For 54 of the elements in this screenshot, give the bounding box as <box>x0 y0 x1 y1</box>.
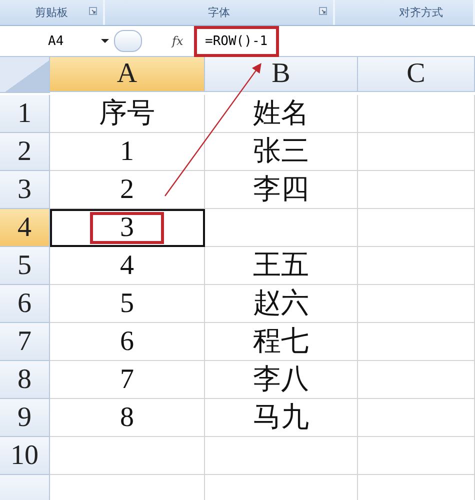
cell-text: 程七 <box>252 326 310 358</box>
cell-text: 2 <box>119 174 135 206</box>
empty-cell[interactable] <box>358 399 475 437</box>
cell-text: 1 <box>119 136 135 168</box>
row-header[interactable]: 1 <box>0 95 50 133</box>
cell-text: 7 <box>119 364 135 396</box>
row-header[interactable]: 10 <box>0 437 50 475</box>
select-all-button[interactable] <box>0 57 50 93</box>
cell-text: 马九 <box>252 402 310 434</box>
empty-cell[interactable] <box>205 209 358 247</box>
cell-text: 4 <box>119 250 135 282</box>
cell-text: 5 <box>119 288 135 320</box>
row-header[interactable]: 5 <box>0 247 50 285</box>
empty-cell[interactable] <box>358 285 475 323</box>
empty-cell[interactable] <box>358 247 475 285</box>
cell-text: 姓名 <box>252 98 310 130</box>
name-box[interactable]: A4 <box>0 34 100 48</box>
cell-text: 李四 <box>252 174 310 206</box>
row-header[interactable]: 3 <box>0 171 50 209</box>
empty-cell[interactable] <box>358 437 475 475</box>
splitter-handle[interactable] <box>114 30 142 52</box>
group-label: 剪贴板 <box>35 5 68 20</box>
column-header[interactable]: C <box>358 57 475 92</box>
cell-text: 6 <box>119 326 135 358</box>
row-header[interactable]: 2 <box>0 133 50 171</box>
group-label: 对齐方式 <box>399 5 443 20</box>
column-header[interactable]: B <box>205 57 358 92</box>
row-header[interactable]: 6 <box>0 285 50 323</box>
cell-text: 赵六 <box>252 288 310 320</box>
column-header[interactable]: A <box>50 57 205 92</box>
cell-text: 8 <box>119 402 135 434</box>
row-header[interactable]: 4 <box>0 209 50 247</box>
empty-cell[interactable] <box>205 437 358 475</box>
empty-cell[interactable] <box>358 209 475 247</box>
row-header[interactable]: 9 <box>0 399 50 437</box>
empty-cell[interactable] <box>358 323 475 361</box>
row-header[interactable]: 8 <box>0 361 50 399</box>
cell-text: 张三 <box>252 136 310 168</box>
group-label: 字体 <box>208 5 230 20</box>
dialog-launcher-icon[interactable] <box>319 7 327 15</box>
empty-cell[interactable] <box>358 171 475 209</box>
empty-cell[interactable] <box>358 95 475 133</box>
formula-field[interactable]: =ROW()-1 <box>194 26 279 56</box>
dialog-launcher-icon[interactable] <box>89 7 97 15</box>
dropdown-caret-icon[interactable] <box>100 38 110 44</box>
cell-text: 王五 <box>252 250 310 282</box>
cell-text: 3 <box>90 212 164 244</box>
active-cell[interactable]: 3 <box>50 209 205 247</box>
empty-cell[interactable] <box>358 133 475 171</box>
empty-cell[interactable] <box>358 361 475 399</box>
cell-text: 序号 <box>98 98 156 130</box>
cell-text: 李八 <box>252 364 310 396</box>
function-label[interactable]: fx <box>172 34 194 48</box>
row-header[interactable]: 7 <box>0 323 50 361</box>
